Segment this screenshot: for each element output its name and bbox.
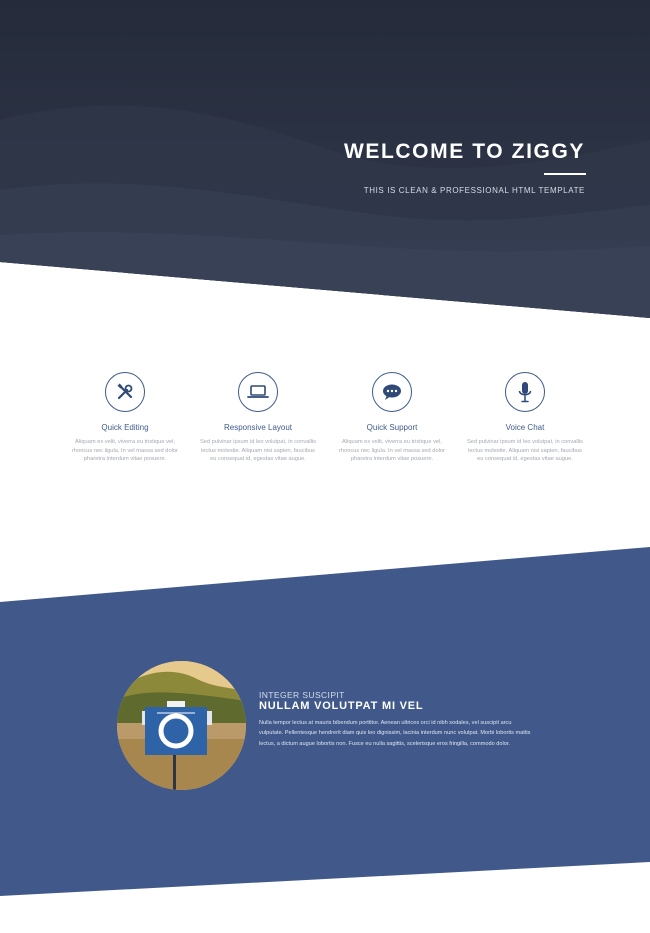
laptop-icon: [247, 385, 269, 398]
feature-title: Voice Chat: [505, 423, 545, 432]
feature-text: Sed pulvinar ipsum id leo volutpat, in c…: [466, 439, 584, 463]
feature-icon-circle: [505, 372, 545, 412]
hero-divider: [544, 173, 586, 175]
microphone-icon: [518, 382, 532, 403]
feature-text: Aliquam ex velit, viverra eu tristique v…: [72, 439, 178, 463]
feature-voice-chat: Voice Chat Sed pulvinar ipsum id leo vol…: [466, 372, 584, 464]
feature-text: Sed pulvinar ipsum id leo volutpat, in c…: [199, 439, 317, 463]
lifebuoy-sign-image: [117, 661, 246, 790]
feature-text: Aliquam ex velit, viverra eu tristique v…: [339, 439, 445, 463]
feature-quick-editing: Quick Editing Aliquam ex velit, viverra …: [66, 372, 184, 464]
about-title: NULLAM VOLUTPAT MI VEL: [259, 700, 424, 712]
feature-icon-circle: [238, 372, 278, 412]
about-photo-lifebuoy: [117, 661, 246, 790]
about-kicker: INTEGER SUSCIPIT: [259, 690, 345, 700]
hero-title: WELCOME TO ZIGGY: [343, 140, 585, 163]
feature-title: Quick Editing: [101, 423, 149, 432]
hero-banner: WELCOME TO ZIGGY THIS IS CLEAN & PROFESS…: [0, 0, 650, 318]
feature-title: Responsive Layout: [223, 423, 293, 432]
feature-title: Quick Support: [366, 423, 418, 432]
feature-responsive-layout: Responsive Layout Sed pulvinar ipsum id …: [199, 372, 317, 464]
hero-subtitle: THIS IS CLEAN & PROFESSIONAL HTML TEMPLA…: [363, 186, 585, 195]
feature-quick-support: Quick Support Aliquam ex velit, viverra …: [333, 372, 451, 464]
feature-icon-circle: [105, 372, 145, 412]
feature-icon-circle: [372, 372, 412, 412]
tools-icon: [117, 383, 133, 400]
about-text: Nulla tempor lectus at mauris bibendum p…: [259, 720, 531, 747]
chat-bubble-icon: [383, 384, 401, 400]
